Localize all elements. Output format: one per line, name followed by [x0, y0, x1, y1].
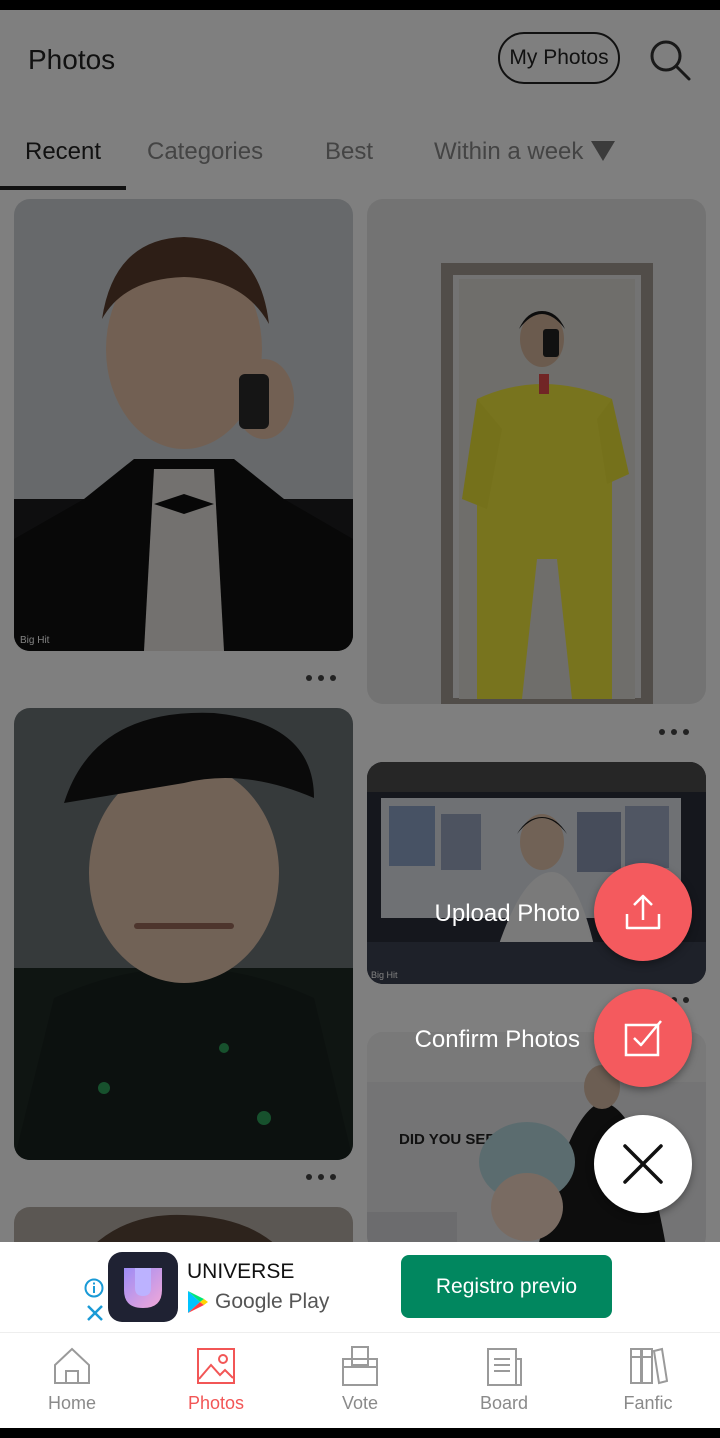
board-icon [487, 1348, 522, 1386]
ad-app-name: UNIVERSE [187, 1260, 295, 1283]
universe-logo [124, 1268, 162, 1308]
store-label: Google Play [215, 1290, 330, 1313]
google-play-icon [188, 1291, 208, 1313]
vote-icon [342, 1346, 378, 1386]
photos-screen: Photos My Photos Recent Categories Best … [0, 10, 720, 1428]
ad-close-icon[interactable] [86, 1304, 104, 1322]
upload-icon [625, 894, 661, 930]
ad-banner[interactable]: UNIVERSE Google Play Registro previo [0, 1242, 720, 1332]
checkbox-edit-icon [624, 1020, 662, 1057]
nav-item-home[interactable]: Home [0, 1333, 144, 1428]
close-menu-button[interactable] [594, 1115, 692, 1213]
close-icon [623, 1144, 663, 1184]
nav-item-photos[interactable]: Photos [144, 1333, 288, 1428]
bottom-nav: Home Photos Vote Board Fanfic [0, 1332, 720, 1428]
nav-label: Photos [187, 1393, 245, 1413]
confirm-photos-button[interactable] [594, 989, 692, 1087]
confirm-photos-label[interactable]: Confirm Photos [330, 1026, 580, 1054]
ad-info-icon[interactable] [84, 1278, 104, 1298]
upload-photo-label[interactable]: Upload Photo [380, 900, 580, 928]
nav-item-board[interactable]: Board [432, 1333, 576, 1428]
home-icon [54, 1347, 90, 1384]
nav-label: Board [479, 1393, 529, 1413]
app-logo-icon[interactable] [108, 1252, 178, 1322]
nav-item-fanfic[interactable]: Fanfic [576, 1333, 720, 1428]
nav-label: Vote [341, 1393, 379, 1413]
preregister-button[interactable]: Registro previo [401, 1255, 612, 1318]
google-play-badge: Google Play [187, 1288, 329, 1316]
photos-icon [197, 1348, 235, 1384]
upload-photo-button[interactable] [594, 863, 692, 961]
fanfic-icon [630, 1347, 668, 1385]
nav-label: Home [47, 1393, 96, 1413]
nav-label: Fanfic [623, 1393, 673, 1413]
nav-item-vote[interactable]: Vote [288, 1333, 432, 1428]
